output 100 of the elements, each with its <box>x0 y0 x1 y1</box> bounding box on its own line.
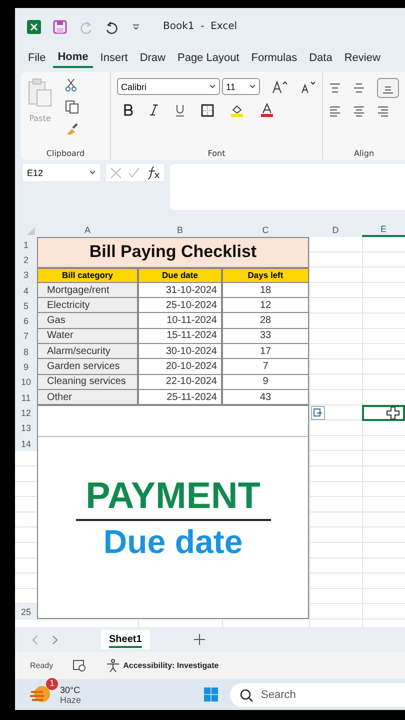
row-number[interactable]: 25 <box>15 604 37 620</box>
cell-cursor-icon <box>386 406 400 420</box>
column-header[interactable]: A <box>37 222 138 237</box>
row-number[interactable]: 1 <box>15 237 37 252</box>
align-center-icon[interactable] <box>353 106 365 118</box>
column-header[interactable]: E <box>362 222 405 237</box>
check-icon[interactable] <box>128 166 140 178</box>
macro-record-icon[interactable] <box>73 660 86 672</box>
font-name-field[interactable]: Calibri <box>117 78 220 95</box>
banner-subheading: Due date <box>103 522 243 561</box>
menu-tab[interactable]: Draw <box>134 48 170 66</box>
row-number[interactable]: 10 <box>15 374 37 390</box>
column-header[interactable]: B <box>138 222 222 237</box>
font-color-icon[interactable] <box>260 103 274 117</box>
scissors-icon[interactable] <box>65 78 77 92</box>
row-number[interactable]: 6 <box>15 313 37 329</box>
table-cell: Garden services <box>37 359 138 375</box>
row-number[interactable]: 8 <box>15 344 37 360</box>
row-number[interactable]: 2 <box>15 252 37 268</box>
table-cell: 30-10-2024 <box>138 344 222 360</box>
accessibility-status[interactable]: Accessibility: Investigate <box>106 658 219 672</box>
dropdown-icon[interactable] <box>131 22 141 32</box>
accessibility-icon <box>106 658 120 672</box>
table-cell: 12 <box>222 298 309 314</box>
header-cell: Due date <box>138 268 222 283</box>
table-cell: 31-10-2024 <box>138 282 222 298</box>
sheet-tab[interactable]: Sheet1 <box>101 630 150 649</box>
selected-cell[interactable] <box>362 405 405 421</box>
sheet-title: Bill Paying Checklist <box>37 237 309 268</box>
chevron-down-icon <box>89 170 96 175</box>
copy-icon[interactable] <box>65 100 79 114</box>
group-label: Align <box>352 149 376 158</box>
align-right-icon[interactable] <box>377 106 389 118</box>
weather-condition: Haze <box>60 694 82 704</box>
row-number[interactable]: 12 <box>15 405 37 421</box>
table-cell: Other <box>37 390 138 406</box>
table-cell: 10-11-2024 <box>138 313 222 329</box>
name-box[interactable]: E12 <box>23 164 100 181</box>
save-icon[interactable] <box>53 20 67 34</box>
table-cell: 18 <box>222 282 309 298</box>
menu-tab[interactable]: Formulas <box>246 48 302 66</box>
taskbar-search-field[interactable]: Search <box>230 682 405 706</box>
table-cell: 33 <box>222 328 309 344</box>
fill-color-icon[interactable] <box>230 103 244 117</box>
borders-icon[interactable] <box>201 104 214 116</box>
menu-tab[interactable]: Review <box>339 48 386 66</box>
add-sheet-icon[interactable] <box>194 634 205 645</box>
italic-icon[interactable] <box>149 104 159 116</box>
align-middle-icon[interactable] <box>353 83 365 93</box>
bold-icon[interactable] <box>123 104 133 116</box>
table-cell: Gas <box>37 313 138 329</box>
temperature: 30°C <box>60 684 82 694</box>
row-number[interactable]: 13 <box>15 420 37 436</box>
column-header[interactable]: D <box>309 222 362 237</box>
window-title: Book1 - Excel <box>163 21 238 32</box>
next-sheet-icon[interactable] <box>51 634 59 644</box>
table-cell: 22-10-2024 <box>138 374 222 390</box>
column-header[interactable]: C <box>222 222 309 237</box>
table-cell: Alarm/security <box>37 344 138 360</box>
header-cell: Days left <box>222 268 309 283</box>
row-number[interactable]: 4 <box>15 282 37 298</box>
chevron-down-icon <box>249 84 256 89</box>
menu-tab[interactable]: Home <box>52 48 94 68</box>
table-cell: 43 <box>222 390 309 406</box>
row-number[interactable]: 3 <box>15 268 37 283</box>
font-size-field[interactable]: 11 <box>222 78 260 95</box>
table-cell: 25-11-2024 <box>138 390 222 406</box>
weather-icon <box>30 684 52 704</box>
align-top-icon[interactable] <box>329 83 341 93</box>
table-cell: 28 <box>222 313 309 329</box>
menu-tab[interactable]: Insert <box>95 48 133 66</box>
status-text: Ready <box>30 661 54 670</box>
search-icon <box>240 688 253 702</box>
align-bottom-icon[interactable] <box>377 78 399 98</box>
start-icon[interactable] <box>204 685 218 704</box>
menu-tab[interactable]: File <box>23 48 51 66</box>
menu-tab[interactable]: Data <box>304 48 338 66</box>
brush-icon[interactable] <box>65 122 79 136</box>
table-cell: 17 <box>222 344 309 360</box>
grow-font-icon[interactable] <box>272 80 288 94</box>
shrink-font-icon[interactable] <box>300 80 316 94</box>
group-label: Clipboard <box>45 149 86 158</box>
row-number[interactable]: 5 <box>15 298 37 314</box>
paste-options-icon[interactable] <box>311 406 325 420</box>
row-number[interactable]: 14 <box>15 436 37 452</box>
undo-icon[interactable] <box>105 20 119 34</box>
table-cell: 7 <box>222 359 309 375</box>
function-icon[interactable] <box>146 166 160 180</box>
corner-triangle-icon <box>27 227 35 235</box>
row-number[interactable]: 11 <box>15 390 37 406</box>
row-number[interactable]: 7 <box>15 328 37 344</box>
menu-tab[interactable]: Page Layout <box>172 48 244 66</box>
align-left-icon[interactable] <box>329 106 341 118</box>
clipboard-icon[interactable] <box>27 78 53 108</box>
table-cell: Water <box>37 328 138 344</box>
row-number[interactable]: 9 <box>15 359 37 375</box>
table-cell: 9 <box>222 374 309 390</box>
table-cell: 25-10-2024 <box>138 298 222 314</box>
table-cell: Mortgage/rent <box>37 282 138 298</box>
underline-icon[interactable] <box>175 104 185 116</box>
